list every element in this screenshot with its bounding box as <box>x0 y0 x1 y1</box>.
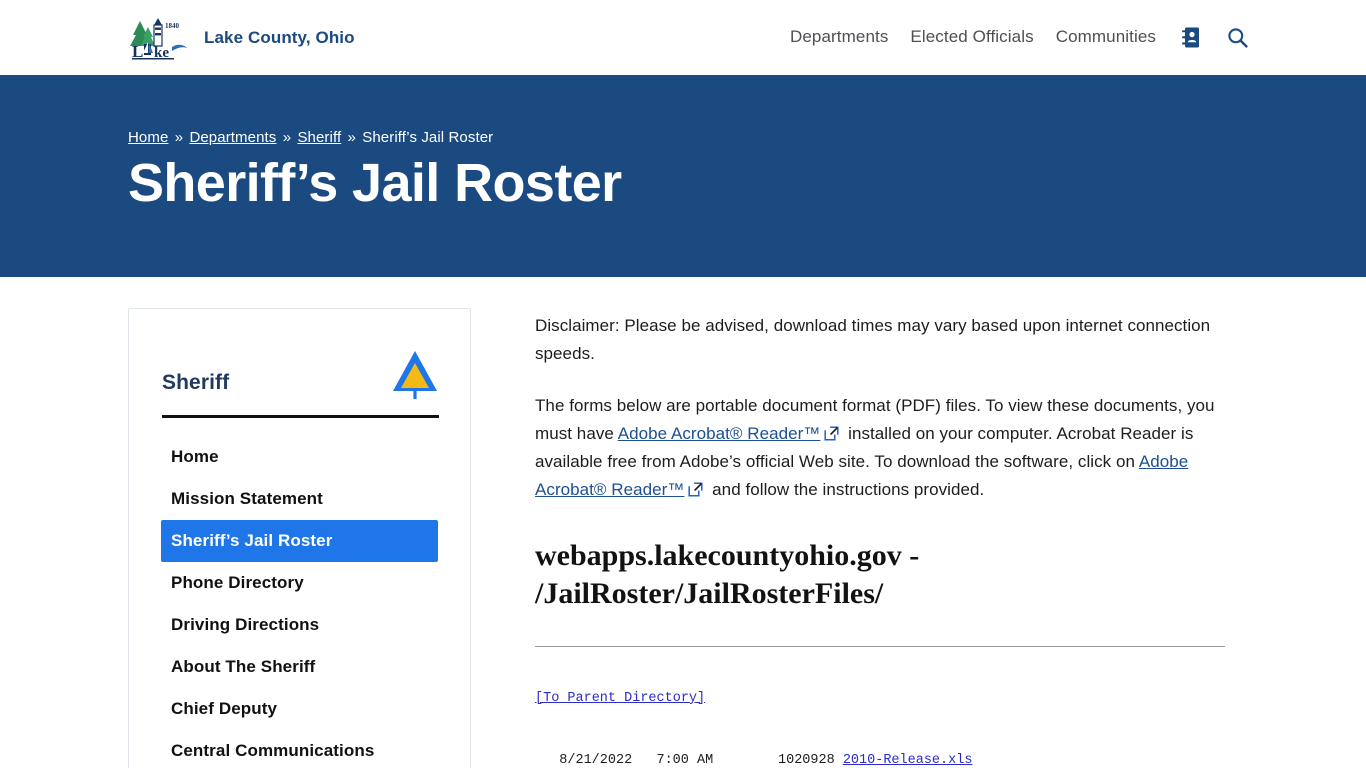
file-size: 1020928 <box>778 752 835 768</box>
sidebar-item-phone-directory[interactable]: Phone Directory <box>129 562 470 604</box>
evergreen-tree-icon <box>390 349 440 401</box>
nav-item-communities[interactable]: Communities <box>1056 27 1156 47</box>
site-logo-link[interactable]: 1840 L ke Lake County, Ohio <box>128 15 355 61</box>
svg-text:1840: 1840 <box>165 22 180 30</box>
sidebar-item-mission-statement[interactable]: Mission Statement <box>129 478 470 520</box>
breadcrumb: Home » Departments » Sheriff » Sheriff’s… <box>128 129 1366 146</box>
sidebar-title: Sheriff <box>162 371 230 394</box>
to-parent-directory-link[interactable]: [To Parent Directory] <box>535 691 1229 706</box>
address-book-icon[interactable] <box>1180 26 1202 48</box>
nav-item-departments[interactable]: Departments <box>790 27 888 47</box>
sidebar-item-driving-directions[interactable]: Driving Directions <box>129 604 470 646</box>
page-hero: Home » Departments » Sheriff » Sheriff’s… <box>0 75 1366 277</box>
breadcrumb-separator: » <box>347 129 356 146</box>
sidebar-item-sheriffs-jail-roster[interactable]: Sheriff’s Jail Roster <box>161 520 438 562</box>
disclaimer-paragraph: Disclaimer: Please be advised, download … <box>535 316 1211 363</box>
site-header: 1840 L ke Lake County, Ohio Departments … <box>0 0 1366 75</box>
sidebar-item-central-communications[interactable]: Central Communications <box>129 730 470 768</box>
nav-item-elected-officials[interactable]: Elected Officials <box>910 27 1033 47</box>
adobe-acrobat-reader-link-1[interactable]: Adobe Acrobat® Reader™ <box>618 424 821 443</box>
breadcrumb-separator: » <box>174 129 184 146</box>
external-link-icon <box>824 422 839 441</box>
file-date: 8/21/2022 <box>559 752 633 768</box>
sidebar-item-chief-deputy[interactable]: Chief Deputy <box>129 688 470 730</box>
external-link-icon <box>688 478 703 497</box>
sidebar-item-about-the-sheriff[interactable]: About The Sheriff <box>129 646 470 688</box>
brand-name: Lake County, Ohio <box>204 27 355 47</box>
directory-listing: [To Parent Directory] 8/21/2022 7:00 AM 10… <box>535 660 1229 768</box>
main-navigation: Departments Elected Officials Communitie… <box>790 26 1248 48</box>
breadcrumb-item-sheriff[interactable]: Sheriff <box>297 129 341 146</box>
pdf-instructions-paragraph: The forms below are portable document fo… <box>535 392 1229 503</box>
sidebar-item-home[interactable]: Home <box>129 436 470 478</box>
directory-row: 8/21/2022 7:00 AM 1020928 2010-Release.xls <box>535 753 1229 768</box>
sidebar: Sheriff Home Mission Statement Sheriff’s… <box>128 308 471 768</box>
breadcrumb-item-current: Sheriff’s Jail Roster <box>362 129 494 146</box>
content-area: Sheriff Home Mission Statement Sheriff’s… <box>0 277 1366 768</box>
pdf-text-part-3: and follow the instructions provided. <box>707 479 985 499</box>
lake-county-logo-icon: 1840 L ke <box>128 15 190 61</box>
breadcrumb-item-departments[interactable]: Departments <box>189 129 276 146</box>
directory-heading: webapps.lakecountyohio.gov - /JailRoster… <box>535 539 920 610</box>
file-time: 7:00 AM <box>656 752 714 768</box>
breadcrumb-item-home[interactable]: Home <box>128 129 168 146</box>
sidebar-divider <box>162 415 439 418</box>
page-title: Sheriff’s Jail Roster <box>128 153 622 213</box>
sidebar-header: Sheriff <box>129 331 470 401</box>
search-icon[interactable] <box>1226 26 1248 48</box>
file-link[interactable]: 2010-Release.xls <box>843 753 973 768</box>
article-content: Disclaimer: Please be advised, download … <box>535 308 1229 768</box>
directory-divider <box>535 646 1225 648</box>
breadcrumb-separator: » <box>282 129 292 146</box>
sidebar-menu: Home Mission Statement Sheriff’s Jail Ro… <box>129 436 470 768</box>
